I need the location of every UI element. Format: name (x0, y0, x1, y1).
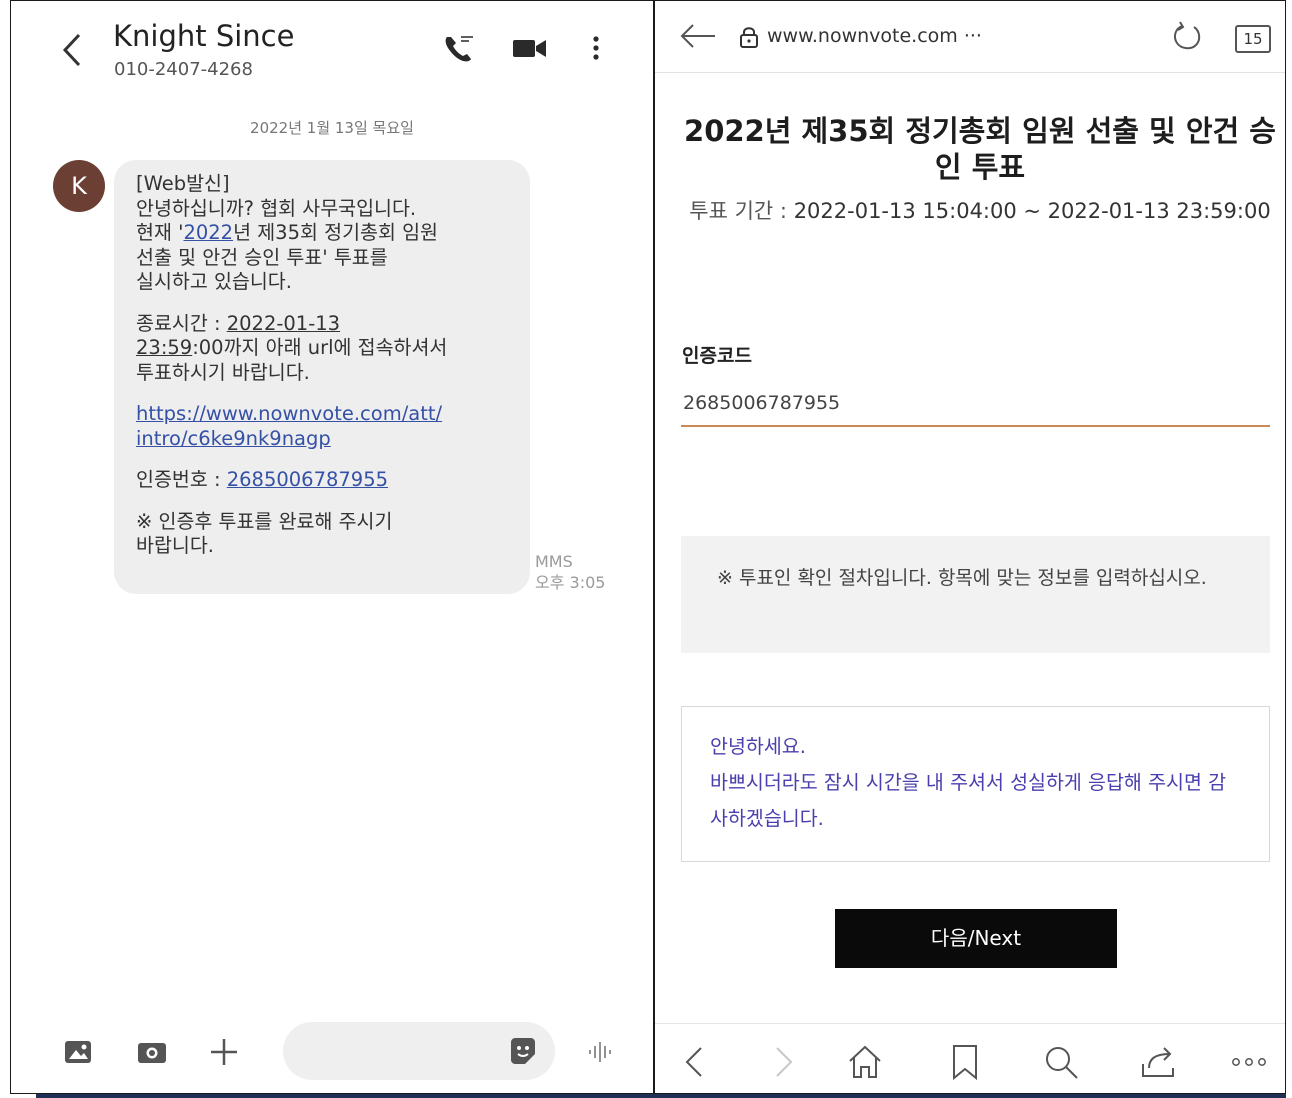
message-type: MMS (535, 552, 573, 571)
browser-screen: www.nownvote.com ··· 15 2022년 제35회 정기총회 … (655, 1, 1285, 1093)
bookmark-icon[interactable] (945, 1042, 985, 1082)
bottom-rule (36, 1094, 1286, 1098)
vote-url-link[interactable]: https://www.nownvote.com/att/ (136, 402, 442, 425)
message-input[interactable] (283, 1022, 555, 1080)
auth-code-input[interactable] (681, 381, 1270, 427)
contact-name: Knight Since (113, 19, 295, 53)
nav-forward-icon[interactable] (763, 1042, 803, 1082)
auth-label: 인증번호 : (136, 468, 227, 491)
voting-period-value: 2022-01-13 15:04:00 ~ 2022-01-13 23:59:0… (793, 199, 1271, 223)
message-composer (11, 1019, 653, 1089)
vote-url-link-cont[interactable]: intro/c6ke9nk9nagp (136, 427, 331, 450)
date-divider: 2022년 1월 13일 목요일 (250, 119, 414, 137)
address-bar: www.nownvote.com ··· 15 (655, 1, 1285, 73)
search-icon[interactable] (1041, 1042, 1081, 1082)
auth-code-label: 인증코드 (682, 345, 752, 367)
message-line: [Web발신] (136, 172, 230, 195)
url-text[interactable]: www.nownvote.com ··· (767, 25, 982, 47)
voice-input-icon[interactable] (586, 1035, 616, 1069)
back-arrow-icon[interactable] (679, 21, 717, 51)
message-line: 년 제35회 정기총회 임원 (233, 221, 438, 244)
end-time-label: 종료시간 : (136, 311, 227, 335)
end-date-link[interactable]: 2022-01-13 (227, 312, 340, 335)
avatar[interactable]: K (53, 160, 105, 212)
sticker-icon[interactable] (507, 1036, 539, 1066)
message-line: 안녕하십니까? 협회 사무국입니다. (136, 196, 417, 220)
message-line: 투표하시기 바랍니다. (136, 360, 310, 384)
phone-call-icon[interactable] (439, 31, 479, 65)
nav-back-icon[interactable] (675, 1042, 715, 1082)
back-arrow-icon[interactable] (59, 31, 85, 69)
more-options-icon[interactable] (581, 31, 611, 65)
reload-icon[interactable] (1169, 19, 1205, 55)
browser-bottom-nav (655, 1023, 1285, 1093)
sms-conversation-screen: Knight Since 010-2407-4268 2022년 1월 13일 … (11, 1, 653, 1093)
lock-icon (738, 25, 760, 49)
message-line: 현재 ' (136, 221, 184, 244)
greeting-line: 안녕하세요. (710, 735, 806, 758)
auth-code-link[interactable]: 2685006787955 (227, 468, 388, 491)
notice-box: ※ 투표인 확인 절차입니다. 항목에 맞는 정보를 입력하십시오. (681, 536, 1270, 653)
page-title: 2022년 제35회 정기총회 임원 선출 및 안건 승인 투표 (684, 114, 1276, 184)
voting-period-label: 투표 기간 : (689, 199, 794, 223)
year-link[interactable]: 2022 (183, 221, 233, 244)
message-bubble: [Web발신] 안녕하십니까? 협회 사무국입니다. 현재 '2022년 제35… (114, 160, 530, 594)
message-time: 오후 3:05 (535, 573, 606, 592)
voting-period: 투표 기간 : 2022-01-13 15:04:00 ~ 2022-01-13… (675, 199, 1285, 224)
video-call-icon[interactable] (509, 31, 549, 65)
share-icon[interactable] (1139, 1042, 1179, 1082)
next-button[interactable]: 다음/Next (835, 909, 1117, 968)
more-menu-icon[interactable] (1229, 1042, 1269, 1082)
greeting-box: 안녕하세요. 바쁘시더라도 잠시 시간을 내 주셔서 성실하게 응답해 주시면 … (681, 706, 1270, 862)
tab-count-button[interactable]: 15 (1235, 25, 1271, 53)
home-icon[interactable] (845, 1042, 885, 1082)
message-meta: MMS 오후 3:05 (535, 551, 605, 593)
message-line: :00까지 아래 url에 접속하셔서 (192, 336, 448, 359)
contact-number: 010-2407-4268 (114, 59, 253, 80)
gallery-icon[interactable] (61, 1035, 95, 1069)
message-line: 바랍니다. (136, 534, 214, 557)
plus-icon[interactable] (207, 1035, 241, 1069)
message-line: ※ 인증후 투표를 완료해 주시기 (136, 509, 393, 533)
message-line: 선출 및 안건 승인 투표' 투표를 (136, 245, 388, 269)
greeting-line: 바쁘시더라도 잠시 시간을 내 주셔서 성실하게 응답해 주시면 감사하겠습니다… (710, 771, 1227, 830)
end-time-link[interactable]: 23:59 (136, 336, 192, 359)
message-line: 실시하고 있습니다. (136, 270, 292, 293)
camera-icon[interactable] (135, 1035, 169, 1069)
